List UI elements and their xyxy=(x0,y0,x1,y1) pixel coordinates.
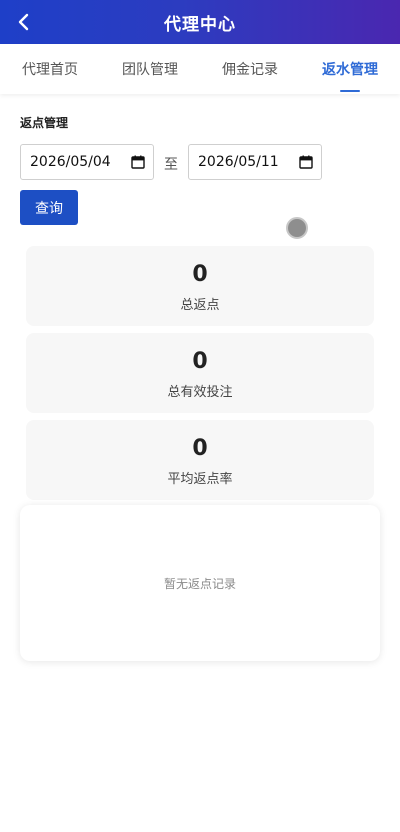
page-title: 代理中心 xyxy=(164,14,236,35)
stat-label: 平均返点率 xyxy=(167,471,233,487)
app-header: 代理中心 xyxy=(0,0,400,44)
stat-value: 0 xyxy=(192,261,208,287)
end-date-value: 2026/05/11 xyxy=(198,154,279,170)
tab-agent-home[interactable]: 代理首页 xyxy=(0,44,100,94)
section-title: 返点管理 xyxy=(20,116,69,130)
rebate-records-panel: 暂无返点记录 xyxy=(20,505,380,661)
calendar-icon xyxy=(131,155,145,169)
stat-label: 总返点 xyxy=(180,297,220,313)
stat-card-average-rebate-rate: 0 平均返点率 xyxy=(26,420,374,500)
empty-state-text: 暂无返点记录 xyxy=(163,576,236,591)
end-date-input[interactable]: 2026/05/11 xyxy=(188,144,322,180)
start-date-value: 2026/05/04 xyxy=(30,154,111,170)
calendar-icon xyxy=(299,155,313,169)
stat-value: 0 xyxy=(192,435,208,461)
query-button[interactable]: 查询 xyxy=(20,190,78,225)
date-range-separator: 至 xyxy=(164,157,178,173)
stat-label: 总有效投注 xyxy=(167,384,233,400)
stat-card-total-valid-bets: 0 总有效投注 xyxy=(26,333,374,413)
chevron-left-icon xyxy=(18,13,29,31)
floating-assist-button[interactable] xyxy=(286,217,308,239)
tab-bar: 代理首页 团队管理 佣金记录 返水管理 xyxy=(0,44,400,94)
start-date-input[interactable]: 2026/05/04 xyxy=(20,144,154,180)
stat-value: 0 xyxy=(192,348,208,374)
tab-rebate-management[interactable]: 返水管理 xyxy=(300,44,400,94)
tab-commission-records[interactable]: 佣金记录 xyxy=(200,44,300,94)
back-button[interactable] xyxy=(10,8,38,36)
stat-card-total-rebate: 0 总返点 xyxy=(26,246,374,326)
tab-team-management[interactable]: 团队管理 xyxy=(100,44,200,94)
